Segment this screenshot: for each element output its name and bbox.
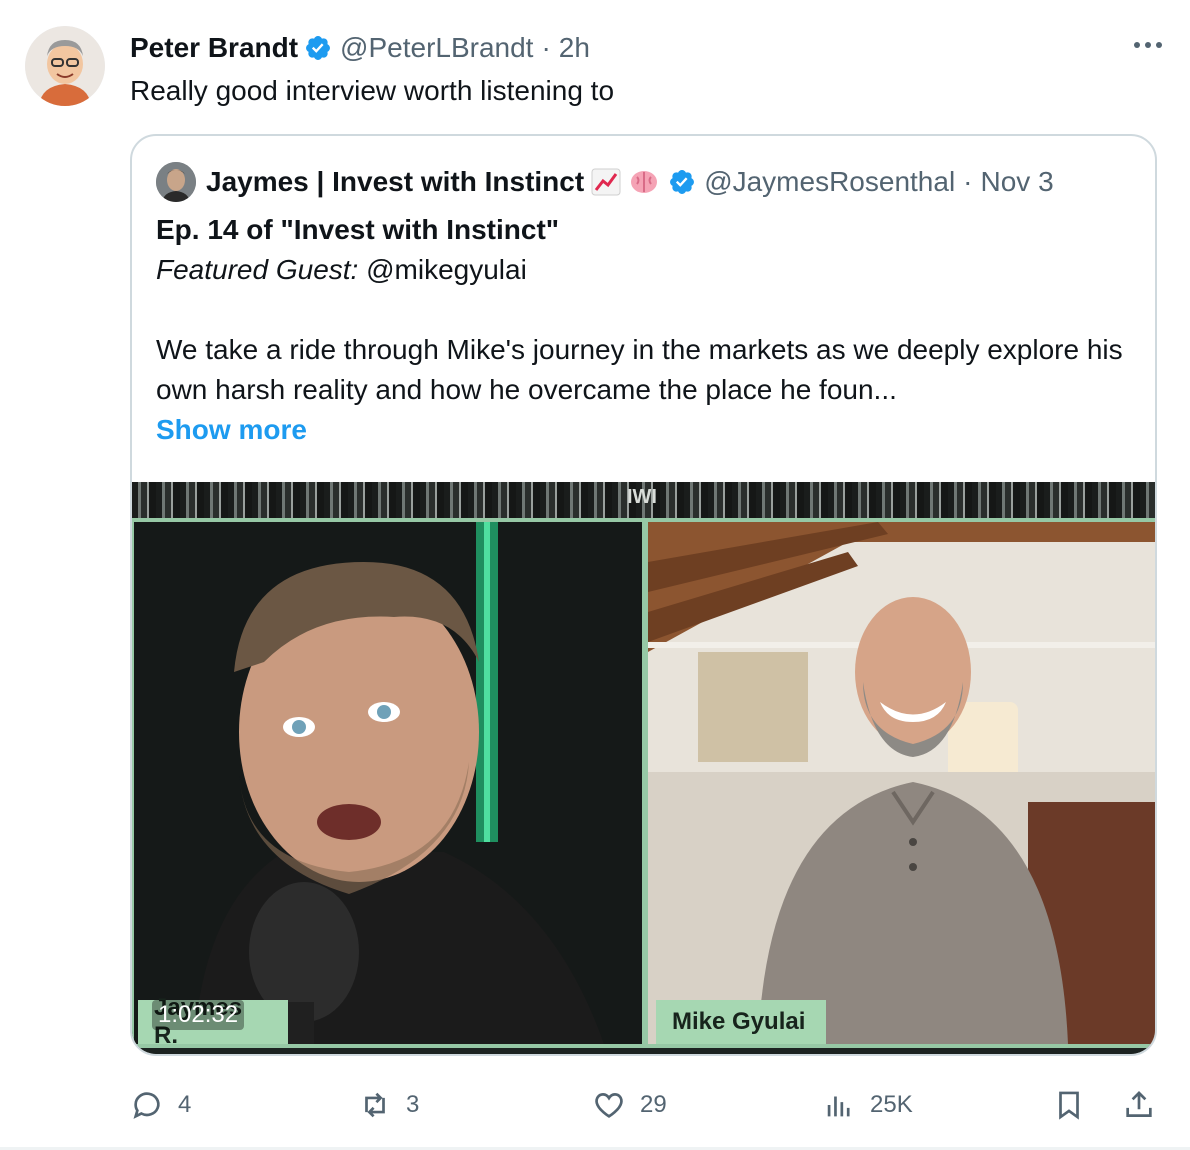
more-dot-icon [1145,42,1151,48]
like-count: 29 [640,1091,667,1118]
reply-button[interactable]: 4 [130,1080,191,1130]
views-button[interactable]: 25K [822,1080,913,1130]
tweet-time[interactable]: 2h [559,32,590,64]
guest-name-tag: Mike Gyulai [656,1000,826,1044]
chart-increasing-emoji-icon [591,168,621,196]
quoted-header: Jaymes | Invest with Instinct @JaymesRos… [156,162,1054,202]
separator-dot: · [541,32,551,63]
banner-logo: IWI [627,486,657,508]
quoted-author-name[interactable]: Jaymes | Invest with Instinct [206,166,584,198]
quoted-body: We take a ride through Mike's journey in… [156,334,1123,405]
tweet-text: Really good interview worth listening to [130,75,615,106]
tweet-header: Peter Brandt @PeterLBrandt · 2h [130,28,590,68]
like-button[interactable]: 29 [592,1080,667,1130]
brain-emoji-icon [631,171,658,193]
more-options-button[interactable] [1128,30,1168,60]
bookmark-button[interactable] [1052,1080,1086,1130]
more-dot-icon [1156,42,1162,48]
show-more-link[interactable]: Show more [156,410,307,450]
share-icon [1126,1091,1152,1117]
host-video-panel [134,522,642,1044]
repost-button[interactable]: 3 [358,1080,419,1130]
author-name[interactable]: Peter Brandt [130,32,298,64]
heart-icon [595,1093,623,1118]
bookmark-icon [1059,1091,1079,1120]
repost-count: 3 [406,1091,420,1118]
reply-count: 4 [178,1091,192,1118]
quoted-tweet[interactable]: Jaymes | Invest with Instinct @JaymesRos… [130,134,1157,1056]
guest-video-panel [648,522,1155,1044]
share-button[interactable] [1122,1080,1156,1130]
more-dot-icon [1134,42,1140,48]
quoted-verified-badge-icon [670,170,695,194]
reply-icon [133,1092,160,1119]
action-bar: 4 3 29 25K [0,1080,1190,1130]
author-avatar[interactable] [25,26,105,106]
video-media[interactable]: IWI Jaymes R. 1:02:32 Mike Gyulai [132,482,1155,1054]
author-handle[interactable]: @PeterLBrandt [340,32,533,64]
featured-guest-label: Featured Guest: [156,254,359,285]
analytics-icon [827,1096,850,1117]
quoted-author-handle[interactable]: @JaymesRosenthal [704,166,955,198]
tweet-card[interactable]: Peter Brandt @PeterLBrandt · 2h Really g… [0,0,1190,1150]
separator-dot: · [963,166,973,197]
quoted-author-avatar[interactable] [156,162,196,202]
views-count: 25K [870,1091,913,1118]
video-duration: 1:02:32 [152,1000,245,1030]
quoted-title: Ep. 14 of "Invest with Instinct" [156,214,560,245]
verified-badge-icon [306,36,331,60]
featured-guest-line: Featured Guest: @mikegyulai [156,252,527,288]
guest-mention-link[interactable]: @mikegyulai [358,254,527,285]
repost-icon [365,1092,385,1118]
quoted-date[interactable]: Nov 3 [981,166,1054,198]
